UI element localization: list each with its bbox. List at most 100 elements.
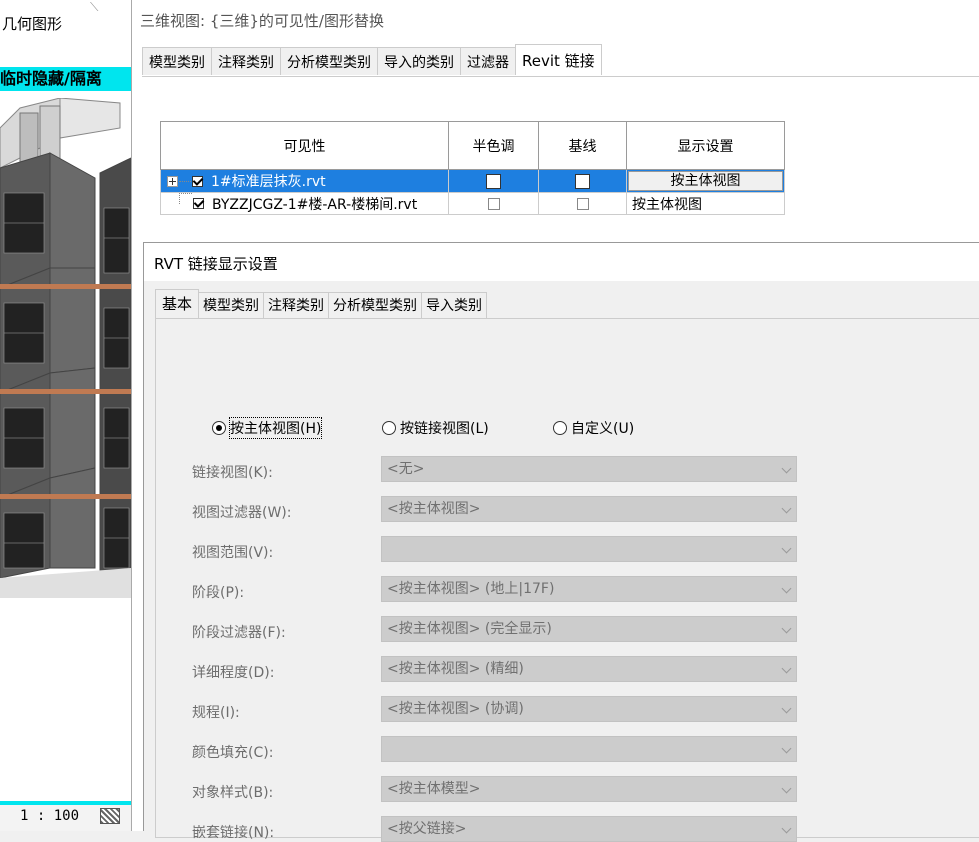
dialog-body: 基本 模型类别 注释类别 分析模型类别 导入类别 按主体视图(H) 按链接视图(… (144, 281, 979, 842)
basics-panel: 按主体视图(H) 按链接视图(L) 自定义(U) 链接视图(K): <无> 视图… (155, 318, 979, 842)
chevron-down-icon (781, 583, 792, 594)
select-value: <按主体视图> (地上|17F) (387, 581, 555, 597)
radio-button[interactable] (212, 421, 226, 435)
underlay-cell[interactable] (538, 192, 627, 215)
column-header-halftone[interactable]: 半色调 (448, 121, 539, 170)
tree-connector (179, 180, 191, 182)
view-scale[interactable]: 1 : 100 (20, 808, 79, 824)
color-fill-select[interactable] (381, 736, 797, 762)
dialog-title: 三维视图: {三维}的可见性/图形替换 (140, 12, 384, 30)
detail-level-label: 详细程度(D): (192, 665, 275, 681)
tab-filters[interactable]: 过滤器 (460, 47, 516, 75)
radio-button[interactable] (382, 421, 396, 435)
discipline-select[interactable]: <按主体视图> (协调) (381, 696, 797, 722)
link-name-cell[interactable]: BYZZJCGZ-1#楼-AR-楼梯间.rvt (160, 192, 449, 215)
linked-view-select[interactable]: <无> (381, 456, 797, 482)
radio-by-host-view[interactable]: 按主体视图(H) (212, 417, 323, 439)
tab-revit-links[interactable]: Revit 链接 (515, 44, 602, 75)
radio-label: 自定义(U) (571, 421, 635, 437)
object-styles-label: 对象样式(B): (192, 785, 274, 801)
vg-tab-strip: 模型类别 注释类别 分析模型类别 导入的类别 过滤器 Revit 链接 (142, 44, 602, 77)
tab-analytical-model-categories[interactable]: 分析模型类别 (280, 47, 378, 75)
chevron-down-icon (781, 743, 792, 754)
display-settings-cell[interactable]: 按主体视图 (626, 169, 785, 193)
underlay-checkbox[interactable] (576, 197, 589, 210)
chevron-down-icon (781, 663, 792, 674)
chevron-down-icon (781, 543, 792, 554)
chevron-down-icon (781, 783, 792, 794)
view-filters-label: 视图过滤器(W): (192, 505, 292, 521)
dialog-titlebar[interactable]: RVT 链接显示设置 (144, 243, 979, 281)
link-file-name: BYZZJCGZ-1#楼-AR-楼梯间.rvt (212, 196, 418, 213)
visibility-checkbox[interactable] (192, 175, 203, 187)
halftone-checkbox[interactable] (486, 173, 501, 189)
tab-annotation-categories[interactable]: 注释类别 (263, 292, 330, 318)
display-settings-button[interactable]: 按主体视图 (628, 171, 783, 191)
select-value: <按主体视图> (387, 501, 481, 517)
chevron-down-icon (781, 623, 792, 634)
column-header-underlay[interactable]: 基线 (538, 121, 627, 170)
radio-label: 按链接视图(L) (400, 421, 489, 437)
linked-view-label: 链接视图(K): (192, 465, 273, 481)
tab-model-categories[interactable]: 模型类别 (198, 292, 265, 318)
chevron-down-icon (781, 463, 792, 474)
tab-imported-categories[interactable]: 导入的类别 (377, 47, 461, 75)
view-tab-icon: ⟍ (90, 0, 99, 14)
halftone-checkbox[interactable] (487, 197, 500, 210)
underlay-checkbox[interactable] (575, 173, 590, 189)
select-value: <按主体视图> (精细) (387, 661, 524, 677)
underlay-cell[interactable] (538, 169, 627, 193)
display-settings-cell[interactable]: 按主体视图 (626, 192, 785, 215)
view-filters-select[interactable]: <按主体视图> (381, 496, 797, 522)
column-header-display-settings[interactable]: 显示设置 (626, 121, 785, 170)
building-3d-model[interactable] (0, 98, 131, 598)
display-settings-value: 按主体视图 (632, 196, 702, 213)
dialog-title: RVT 链接显示设置 (154, 255, 278, 273)
radio-button[interactable] (553, 421, 567, 435)
tab-basics[interactable]: 基本 (155, 289, 200, 318)
tab-model-categories[interactable]: 模型类别 (142, 47, 212, 75)
view-control-bar: 1 : 100 (0, 801, 131, 831)
link-name-cell[interactable]: 1#标准层抹灰.rvt (160, 169, 449, 193)
halftone-cell[interactable] (448, 169, 539, 193)
phase-filter-label: 阶段过滤器(F): (192, 625, 286, 641)
chevron-down-icon (781, 823, 792, 834)
nested-links-select[interactable]: <按父链接> (381, 816, 797, 842)
tab-annotation-categories[interactable]: 注释类别 (211, 47, 281, 75)
radio-label: 按主体视图(H) (228, 417, 323, 439)
table-row[interactable]: BYZZJCGZ-1#楼-AR-楼梯间.rvt 按主体视图 (160, 192, 785, 215)
select-value: <按父链接> (387, 821, 467, 837)
tab-divider (142, 76, 979, 77)
nested-links-label: 嵌套链接(N): (192, 825, 275, 841)
select-value: <按主体模型> (387, 781, 481, 797)
color-fill-label: 颜色填充(C): (192, 745, 274, 761)
view-range-select[interactable] (381, 536, 797, 562)
select-value: <按主体视图> (完全显示) (387, 621, 552, 637)
phase-label: 阶段(P): (192, 585, 245, 601)
tree-connector (179, 193, 192, 204)
chevron-down-icon (781, 703, 792, 714)
select-value: <无> (387, 461, 425, 477)
tab-analytical-model-categories[interactable]: 分析模型类别 (328, 292, 423, 318)
temporary-hide-isolate-banner: 临时隐藏/隔离 (0, 67, 131, 91)
table-row[interactable]: 1#标准层抹灰.rvt 按主体视图 (160, 169, 785, 193)
revit-links-table: 可见性 半色调 基线 显示设置 1#标准层抹灰.rvt 按主体视图 BYZZJC… (160, 121, 785, 215)
view-title: 几何图形 (2, 15, 63, 33)
visibility-checkbox[interactable] (193, 198, 204, 209)
halftone-cell[interactable] (448, 192, 539, 215)
detail-level-icon[interactable] (100, 808, 120, 824)
phase-filter-select[interactable]: <按主体视图> (完全显示) (381, 616, 797, 642)
expand-icon[interactable] (167, 175, 178, 187)
background-3d-view: 几何图形 ⟍ 临时隐藏/隔离 1: 100 (0, 0, 131, 831)
view-range-label: 视图范围(V): (192, 545, 274, 561)
column-header-visibility[interactable]: 可见性 (160, 121, 449, 170)
rvt-link-display-settings-dialog: RVT 链接显示设置 基本 模型类别 注释类别 分析模型类别 导入类别 按主体视… (143, 242, 979, 842)
radio-custom[interactable]: 自定义(U) (553, 418, 634, 438)
object-styles-select[interactable]: <按主体模型> (381, 776, 797, 802)
rvt-tab-strip: 基本 模型类别 注释类别 分析模型类别 导入类别 (155, 289, 488, 318)
detail-level-select[interactable]: <按主体视图> (精细) (381, 656, 797, 682)
radio-by-linked-view[interactable]: 按链接视图(L) (382, 418, 489, 438)
phase-select[interactable]: <按主体视图> (地上|17F) (381, 576, 797, 602)
tab-import-categories[interactable]: 导入类别 (421, 292, 488, 318)
select-value: <按主体视图> (协调) (387, 701, 524, 717)
